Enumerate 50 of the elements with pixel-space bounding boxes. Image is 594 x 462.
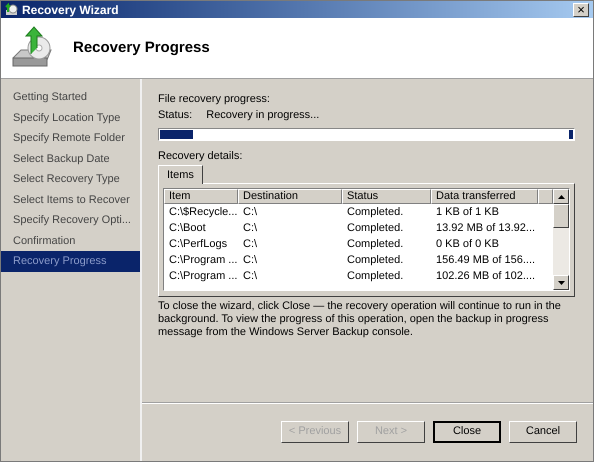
step-item[interactable]: Recovery Progress (1, 251, 140, 272)
table-cell-text: Completed. (346, 236, 404, 252)
table-cell-text: Completed. (346, 252, 404, 268)
table-cell-text: C:\Program ... (168, 268, 238, 284)
table-cell-text: C:\ (242, 204, 258, 220)
column-header[interactable]: Destination (238, 189, 342, 204)
table-cell-text: C:\ (242, 268, 258, 284)
details-label: Recovery details: (158, 149, 244, 164)
progress-label: File recovery progress: (158, 92, 271, 107)
page-title: Recovery Progress (73, 38, 210, 58)
progress-marquee (569, 130, 573, 139)
scrollbar[interactable] (553, 189, 569, 290)
step-item[interactable]: Select Backup Date (1, 148, 140, 169)
step-item[interactable]: Specify Location Type (1, 108, 140, 128)
items-tab[interactable]: Items (158, 165, 203, 184)
table-cell-text: 13.92 MB of 13.92... (435, 220, 536, 236)
table-cell-text: 1 KB of 1 KB (435, 204, 500, 220)
table-cell-text: C:\PerfLogs (168, 236, 228, 252)
scroll-up-icon[interactable] (553, 189, 569, 204)
table-cell-text: C:\ (242, 220, 258, 236)
table-cell-text: Completed. (346, 204, 404, 220)
table-cell-text: C:\ (242, 236, 258, 252)
table-cell-text: 102.26 MB of 102.... (435, 268, 536, 284)
scroll-thumb[interactable] (553, 204, 569, 228)
table-cell-text: Completed. (346, 268, 404, 284)
column-header[interactable]: Status (342, 189, 431, 204)
status-label: Status: (158, 108, 192, 123)
step-item[interactable]: Specify Recovery Opti... (1, 210, 140, 230)
wizard-button[interactable]: Cancel (509, 420, 577, 442)
column-header[interactable]: Data transferred (431, 189, 538, 204)
step-item[interactable]: Specify Remote Folder (1, 128, 140, 148)
window-title: Recovery Wizard (22, 2, 119, 18)
table-cell-text: Completed. (346, 220, 404, 236)
step-item[interactable]: Confirmation (1, 230, 140, 251)
table-cell-text: 156.49 MB of 156.... (435, 252, 536, 268)
table-cell-text: C:\ (242, 252, 258, 268)
table-cell-text: 0 KB of 0 KB (435, 236, 500, 252)
step-item[interactable]: Select Recovery Type (1, 169, 140, 190)
step-item[interactable]: Getting Started (1, 87, 140, 108)
table-cell-text: C:\Boot (168, 220, 207, 236)
table-cell-text: C:\Program ... (168, 252, 238, 268)
step-item[interactable]: Select Items to Recover (1, 190, 140, 210)
column-header[interactable]: Item (164, 189, 238, 204)
scroll-down-icon[interactable] (553, 275, 569, 290)
close-button[interactable]: × (573, 2, 589, 16)
info-text: To close the wizard, click Close — the recovery operation will continue to run in the background. To view the progress of this operation, open the backup in progress message from the Windows Server Backup console. (158, 300, 562, 339)
app-icon (5, 3, 18, 16)
status-text: Recovery in progress... (206, 108, 320, 123)
wizard-button[interactable]: Close (433, 420, 501, 442)
table-cell-text: C:\$Recycle... (168, 204, 238, 220)
